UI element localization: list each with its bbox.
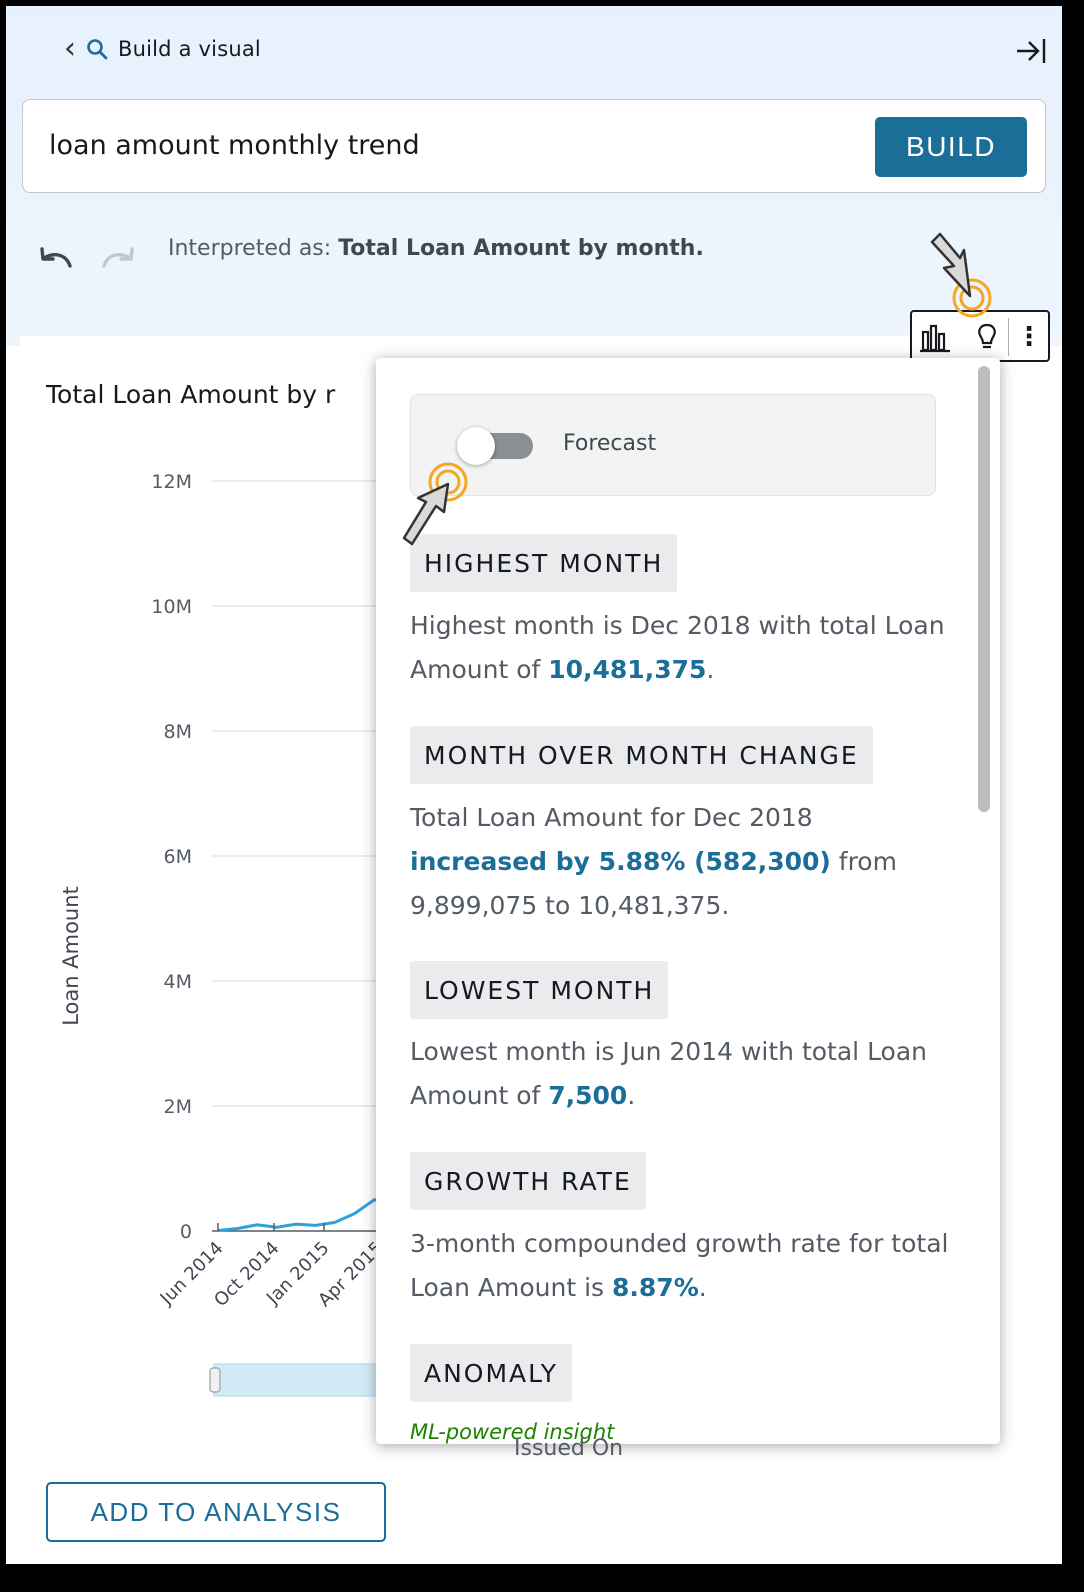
insight-text: Lowest month is Jun 2014 with total Loan… bbox=[410, 1037, 928, 1110]
y-tick-label: 4M bbox=[164, 971, 192, 993]
interpretation-prefix: Interpreted as: bbox=[168, 236, 332, 261]
y-tick-label: 6M bbox=[164, 846, 192, 868]
interpretation-value: Total Loan Amount by month. bbox=[338, 236, 704, 261]
range-slider-handle bbox=[209, 1367, 221, 1393]
insight-heading-growth: GROWTH RATE bbox=[410, 1152, 646, 1210]
bar-chart-icon[interactable] bbox=[918, 320, 952, 354]
lightbulb-icon[interactable] bbox=[970, 320, 1004, 354]
insight-highlight: increased by 5.88% (582,300) bbox=[410, 847, 831, 876]
range-slider bbox=[213, 1363, 385, 1397]
toolbar-divider bbox=[1008, 318, 1009, 356]
query-box[interactable]: loan amount monthly trend BUILD bbox=[22, 99, 1046, 193]
scrollbar[interactable] bbox=[978, 366, 990, 812]
y-tick-label: 2M bbox=[164, 1096, 192, 1118]
cursor-arrow-icon bbox=[402, 462, 468, 546]
insight-text: Total Loan Amount for Dec 2018 bbox=[410, 803, 813, 832]
interpretation: Interpreted as: Total Loan Amount by mon… bbox=[168, 236, 704, 261]
insight-highlight: 10,481,375 bbox=[548, 655, 707, 684]
y-tick-label: 0 bbox=[180, 1221, 192, 1243]
insight-text-mom: Total Loan Amount for Dec 2018 increased… bbox=[410, 796, 950, 928]
collapse-right-icon[interactable] bbox=[1014, 36, 1048, 66]
forecast-label: Forecast bbox=[563, 431, 657, 456]
add-to-analysis-button[interactable]: ADD TO ANALYSIS bbox=[46, 1482, 386, 1542]
insight-highlight: 8.87% bbox=[612, 1273, 699, 1302]
build-button[interactable]: BUILD bbox=[875, 117, 1027, 177]
insight-heading-anomaly: ANOMALY bbox=[410, 1344, 573, 1402]
search-icon bbox=[87, 39, 108, 60]
query-input[interactable]: loan amount monthly trend bbox=[49, 130, 420, 161]
x-axis-label: Issued On bbox=[514, 1436, 624, 1461]
y-tick-label: 10M bbox=[151, 596, 192, 618]
panel-title: Build a visual bbox=[118, 37, 261, 61]
insight-text-end: . bbox=[706, 655, 715, 684]
cursor-arrow-icon bbox=[930, 232, 992, 318]
y-tick-label: 8M bbox=[164, 721, 192, 743]
undo-icon[interactable] bbox=[36, 242, 76, 272]
forecast-row: Forecast bbox=[410, 394, 936, 496]
insight-heading-mom: MONTH OVER MONTH CHANGE bbox=[410, 726, 873, 784]
y-tick-label: 12M bbox=[151, 471, 192, 493]
insight-text-highest: Highest month is Dec 2018 with total Loa… bbox=[410, 604, 950, 692]
redo-icon[interactable] bbox=[98, 242, 138, 272]
insight-text-end: . bbox=[627, 1081, 636, 1110]
insight-text-growth: 3-month compounded growth rate for total… bbox=[410, 1222, 950, 1310]
insight-highlight: 7,500 bbox=[548, 1081, 628, 1110]
build-visual-panel: ‹ Build a visual loan amount monthly tre… bbox=[6, 6, 1062, 1564]
y-axis-label: Loan Amount bbox=[59, 886, 83, 1026]
panel-header: ‹ Build a visual bbox=[64, 34, 261, 64]
more-vertical-icon[interactable]: ⋮ bbox=[1014, 320, 1044, 354]
insight-text-end: . bbox=[698, 1273, 707, 1302]
insight-heading-lowest: LOWEST MONTH bbox=[410, 961, 669, 1019]
chevron-left-icon[interactable]: ‹ bbox=[64, 34, 76, 64]
insight-text-lowest: Lowest month is Jun 2014 with total Loan… bbox=[410, 1030, 950, 1118]
